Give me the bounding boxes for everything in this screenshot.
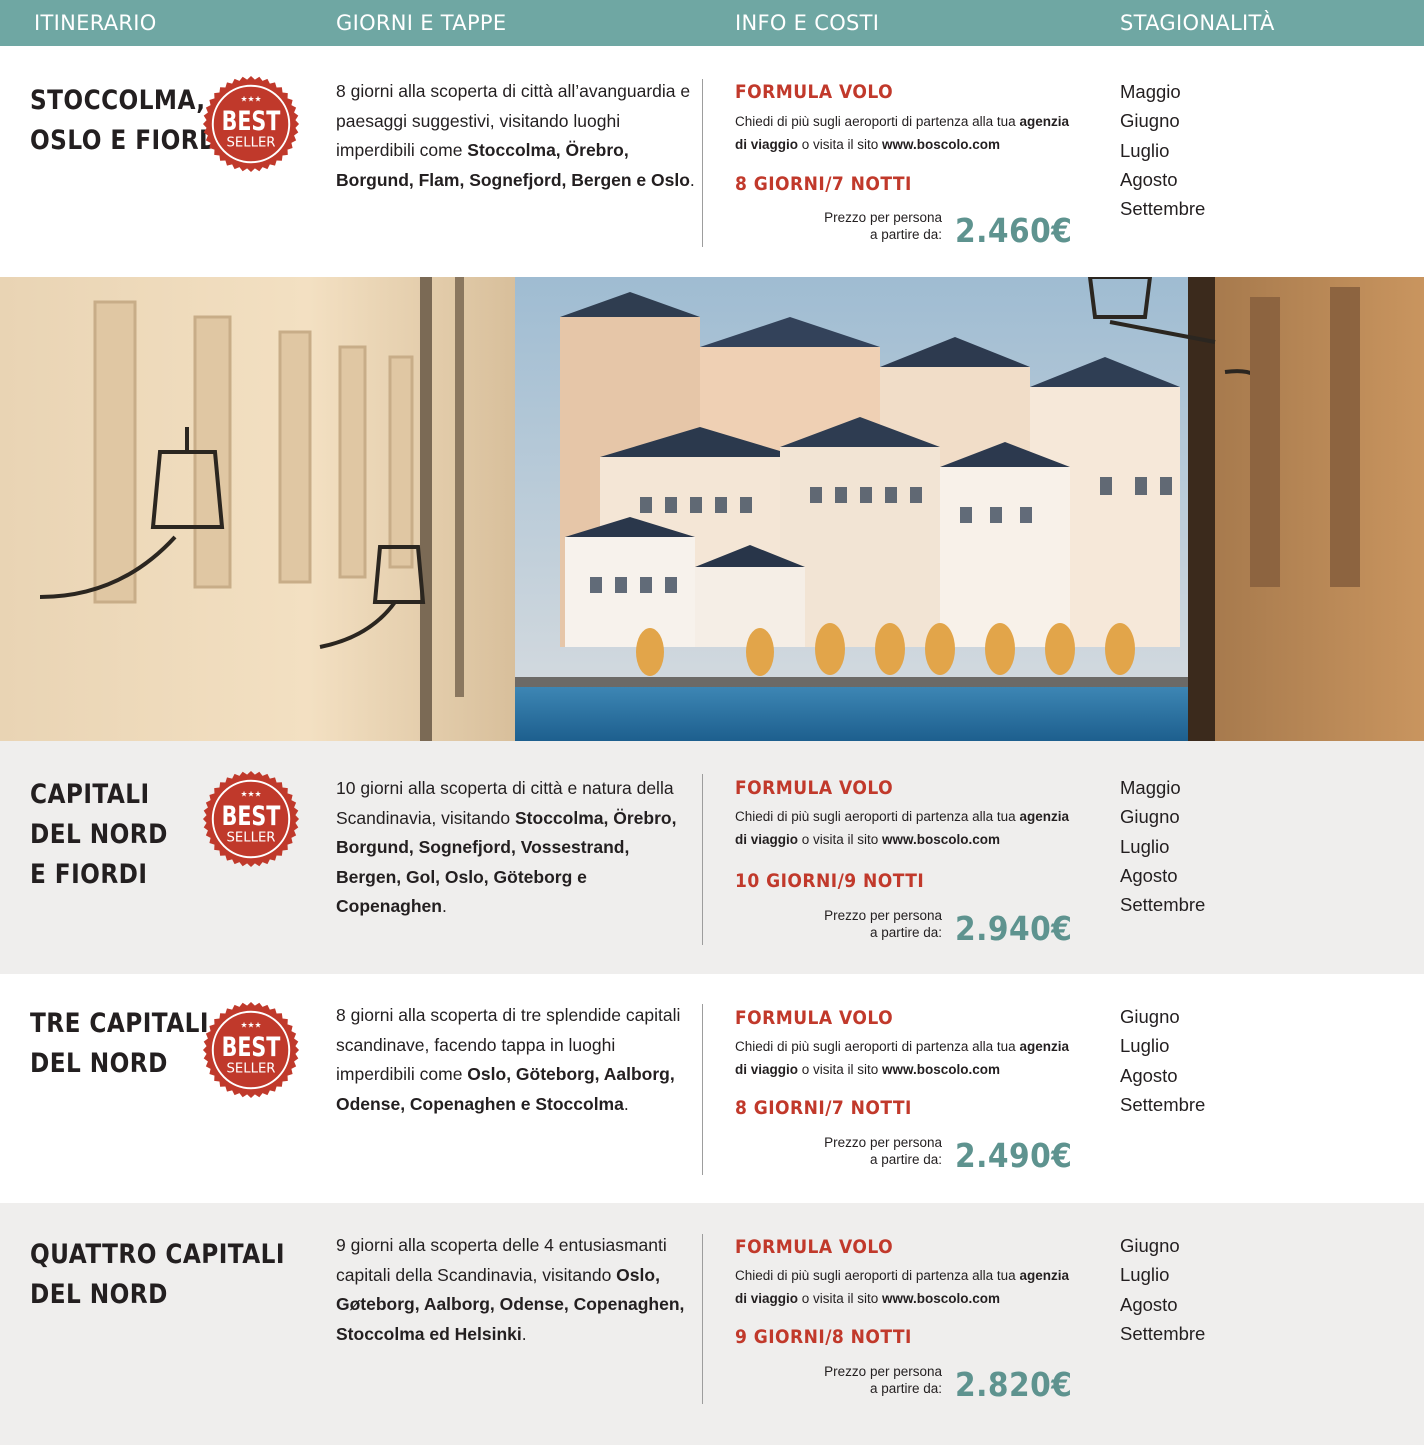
badge-text-best: BEST	[222, 106, 281, 137]
season-month: Giugno	[1120, 110, 1180, 132]
duration-label: 8 GIORNI/7 NOTTI	[735, 1097, 912, 1119]
price-label: Prezzo per persona a partire da:	[824, 1135, 942, 1167]
description-text: .	[521, 1323, 527, 1344]
info-note: Chiedi di più sugli aeroporti di partenz…	[735, 114, 1069, 152]
season-month: Agosto	[1120, 1064, 1178, 1086]
formula-volo-label: FORMULA VOLO	[735, 777, 894, 799]
season-months: Maggio Giugno Luglio Agosto Settembre	[1120, 773, 1205, 919]
season-months: Giugno Luglio Agosto Settembre	[1120, 1231, 1205, 1348]
itinerary-title: STOCCOLMA, OSLO E FIORDI	[30, 85, 228, 156]
column-divider	[702, 79, 703, 247]
description-text: .	[441, 896, 447, 916]
header-itinerario: ITINERARIO	[34, 11, 157, 35]
column-divider	[702, 1234, 703, 1404]
column-divider	[702, 1004, 703, 1175]
price-value: 2.460€	[955, 211, 1073, 250]
itinerary-title: CAPITALI DEL NORD E FIORDI	[30, 779, 168, 890]
table-header: ITINERARIO GIORNI E TAPPE INFO E COSTI S…	[0, 0, 1424, 46]
badge-stars: ★★★	[240, 789, 261, 798]
best-seller-seal-icon: ★★★ BEST SELLER	[202, 75, 300, 173]
itinerary-row-2: CAPITALI DEL NORD E FIORDI ★★★ BEST SELL…	[0, 741, 1424, 974]
badge-text-seller: SELLER	[227, 1061, 276, 1077]
season-month: Giugno	[1120, 1006, 1180, 1027]
price-label: Prezzo per persona a partire da:	[824, 908, 942, 940]
season-month: Maggio	[1120, 81, 1181, 102]
season-month: Giugno	[1120, 1235, 1180, 1256]
itinerary-description: 10 giorni alla scoperta di città e natur…	[336, 774, 696, 922]
season-month: Agosto	[1120, 864, 1178, 886]
itinerary-description: 8 giorni alla scoperta di città all’avan…	[336, 77, 696, 195]
duration-label: 8 GIORNI/7 NOTTI	[735, 173, 912, 195]
stockholm-photo	[0, 277, 1424, 741]
formula-volo-label: FORMULA VOLO	[735, 1007, 894, 1029]
description-text: .	[623, 1093, 629, 1114]
best-seller-seal-icon: ★★★ BEST SELLER	[202, 1001, 300, 1099]
price-label: Prezzo per persona a partire da:	[824, 210, 942, 242]
badge-stars: ★★★	[240, 1020, 261, 1029]
season-month: Luglio	[1120, 835, 1170, 857]
badge-text-best: BEST	[222, 1032, 281, 1063]
price-value: 2.820€	[955, 1365, 1073, 1404]
formula-volo-label: FORMULA VOLO	[735, 81, 894, 103]
info-note: Chiedi di più sugli aeroporti di partenz…	[735, 1039, 1069, 1077]
duration-label: 9 GIORNI/8 NOTTI	[735, 1326, 912, 1348]
season-month: Luglio	[1120, 1035, 1170, 1057]
info-note: Chiedi di più sugli aeroporti di partenz…	[735, 809, 1069, 847]
badge-text-best: BEST	[222, 801, 281, 832]
season-month: Agosto	[1120, 168, 1178, 190]
column-divider	[702, 774, 703, 945]
season-months: Maggio Giugno Luglio Agosto Settembre	[1120, 77, 1205, 223]
season-month: Maggio	[1120, 777, 1181, 798]
season-month: Settembre	[1120, 894, 1206, 916]
itinerary-title: QUATTRO CAPITALI DEL NORD	[30, 1239, 285, 1310]
season-month: Settembre	[1120, 1093, 1206, 1115]
info-note: Chiedi di più sugli aeroporti di partenz…	[735, 1268, 1069, 1306]
season-month: Settembre	[1120, 198, 1206, 220]
header-info-e-costi: INFO E COSTI	[735, 11, 880, 35]
itinerary-description: 9 giorni alla scoperta delle 4 entusiasm…	[336, 1231, 696, 1349]
season-month: Agosto	[1120, 1293, 1178, 1315]
header-giorni-e-tappe: GIORNI E TAPPE	[336, 11, 507, 35]
badge-text-seller: SELLER	[227, 135, 276, 151]
season-month: Luglio	[1120, 139, 1170, 161]
itinerary-title: TRE CAPITALI DEL NORD	[30, 1008, 209, 1079]
price-value: 2.490€	[955, 1136, 1073, 1175]
best-seller-seal-icon: ★★★ BEST SELLER	[202, 770, 300, 868]
itinerary-description: 8 giorni alla scoperta di tre splendide …	[336, 1001, 696, 1119]
season-months: Giugno Luglio Agosto Settembre	[1120, 1002, 1205, 1119]
duration-label: 10 GIORNI/9 NOTTI	[735, 870, 925, 892]
formula-volo-label: FORMULA VOLO	[735, 1236, 894, 1258]
price-value: 2.940€	[955, 909, 1073, 948]
badge-stars: ★★★	[240, 94, 261, 103]
badge-text-seller: SELLER	[227, 830, 276, 846]
itinerary-row-3: TRE CAPITALI DEL NORD ★★★ BEST SELLER 8 …	[0, 974, 1424, 1175]
season-month: Giugno	[1120, 806, 1180, 828]
itinerary-row-1: STOCCOLMA, OSLO E FIORDI ★★★ BEST SELLER…	[0, 46, 1424, 277]
itinerary-row-4: QUATTRO CAPITALI DEL NORD 9 giorni alla …	[0, 1203, 1424, 1445]
header-stagionalita: STAGIONALITÀ	[1120, 11, 1275, 35]
price-label: Prezzo per persona a partire da:	[824, 1364, 942, 1396]
description-text: .	[689, 169, 695, 190]
season-month: Settembre	[1120, 1322, 1206, 1344]
season-month: Luglio	[1120, 1264, 1170, 1286]
